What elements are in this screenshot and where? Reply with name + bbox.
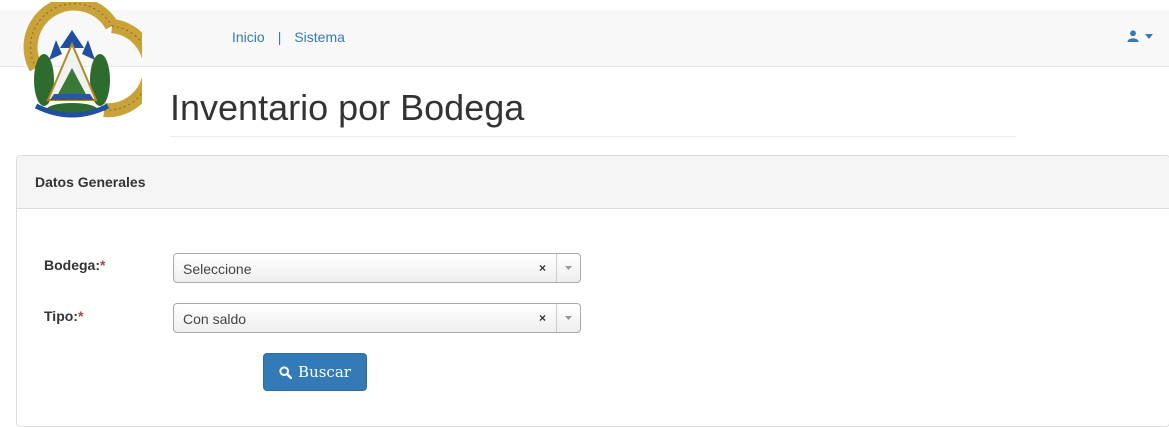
buscar-button[interactable]: Buscar: [263, 353, 367, 391]
nav-link-sistema[interactable]: Sistema: [294, 29, 345, 45]
buscar-button-label: Buscar: [298, 363, 351, 381]
bodega-select-value: Seleccione: [183, 261, 252, 277]
required-mark: *: [100, 257, 106, 273]
panel-heading: Datos Generales: [17, 156, 1169, 209]
tipo-select-value: Con saldo: [183, 311, 247, 327]
bodega-dropdown-arrow[interactable]: [556, 254, 580, 282]
tipo-dropdown-arrow[interactable]: [556, 304, 580, 332]
user-icon: [1127, 30, 1139, 42]
search-icon: [279, 365, 293, 379]
user-menu-toggle[interactable]: [1127, 30, 1153, 42]
nav-link-inicio[interactable]: Inicio: [232, 29, 265, 45]
page-title: Inventario por Bodega: [170, 88, 1016, 137]
bodega-label-text: Bodega:: [44, 257, 100, 273]
chevron-down-icon: [565, 266, 572, 270]
coat-of-arms-logo: [23, 2, 142, 118]
tipo-label: Tipo:*: [44, 308, 83, 324]
tipo-clear-icon[interactable]: ×: [539, 311, 546, 325]
datos-generales-panel: Datos Generales Bodega:* Seleccione × Ti…: [16, 155, 1169, 427]
tipo-select[interactable]: Con saldo ×: [173, 303, 581, 333]
bodega-clear-icon[interactable]: ×: [539, 261, 546, 275]
tipo-label-text: Tipo:: [44, 308, 78, 324]
navbar: Inicio | Sistema: [0, 10, 1169, 67]
nav-separator: |: [277, 29, 282, 45]
bodega-label: Bodega:*: [44, 257, 105, 273]
bodega-select[interactable]: Seleccione ×: [173, 253, 581, 283]
required-mark: *: [77, 308, 84, 324]
nav-links: Inicio | Sistema: [232, 29, 345, 45]
caret-down-icon: [1145, 33, 1153, 39]
chevron-down-icon: [565, 316, 572, 320]
